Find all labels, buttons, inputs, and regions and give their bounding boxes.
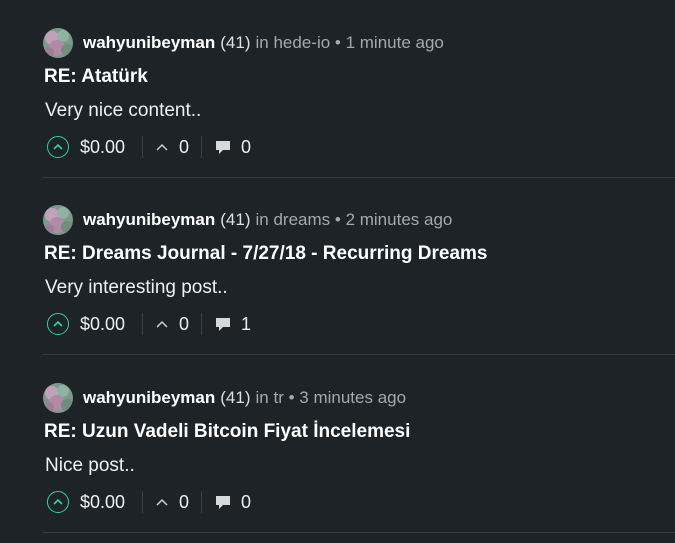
community-prefix: in xyxy=(255,210,269,229)
votes-button[interactable]: 0 xyxy=(155,492,193,513)
action-divider xyxy=(201,136,202,158)
upvote-circle-icon xyxy=(53,498,63,505)
post-title[interactable]: RE: Atatürk xyxy=(44,66,148,88)
upvote-circle-icon xyxy=(53,320,63,327)
payout-value[interactable]: $0.00 xyxy=(80,492,134,513)
upvote-circle-icon xyxy=(53,143,63,150)
comments-count: 1 xyxy=(241,313,252,334)
post-meta: in dreams • 2 minutes ago xyxy=(256,210,453,230)
comments-button[interactable]: 0 xyxy=(214,492,251,513)
comment-bubble-icon xyxy=(216,496,230,509)
comments-count: 0 xyxy=(241,491,252,512)
avatar[interactable] xyxy=(43,205,73,235)
avatar-image xyxy=(43,205,73,235)
post-time: • 3 minutes ago xyxy=(288,388,407,407)
post-body: Nice post.. xyxy=(45,455,135,476)
comments-count: 0 xyxy=(241,136,252,157)
votes-button[interactable]: 0 xyxy=(155,314,193,335)
community-prefix: in xyxy=(255,33,269,52)
community-prefix: in xyxy=(255,388,269,407)
post-header: wahyunibeyman (41) in hede-io • 1 minute… xyxy=(43,28,444,58)
action-divider xyxy=(142,136,143,158)
payout-value[interactable]: $0.00 xyxy=(80,314,134,335)
chevron-up-icon xyxy=(156,498,168,506)
post-time: • 1 minute ago xyxy=(334,33,444,52)
action-divider xyxy=(201,313,202,335)
feed-item: wahyunibeyman (41) in tr • 3 minutes ago… xyxy=(0,355,675,533)
post-separator xyxy=(43,532,675,533)
upvote-button[interactable] xyxy=(47,313,69,335)
chevron-up-icon xyxy=(156,320,168,328)
post-header: wahyunibeyman (41) in dreams • 2 minutes… xyxy=(43,205,452,235)
payout-value[interactable]: $0.00 xyxy=(80,137,134,158)
comment-bubble-icon xyxy=(216,318,230,331)
avatar-image xyxy=(43,383,73,413)
comments-button[interactable]: 1 xyxy=(214,314,251,335)
action-divider xyxy=(142,491,143,513)
upvote-button[interactable] xyxy=(47,136,69,158)
author-reputation: (41) xyxy=(220,388,251,407)
feed-item: wahyunibeyman (41) in dreams • 2 minutes… xyxy=(0,177,675,355)
feed-item: wahyunibeyman (41) in hede-io • 1 minute… xyxy=(0,0,675,178)
votes-count: 0 xyxy=(179,491,190,512)
avatar-image xyxy=(43,28,73,58)
community-link[interactable]: tr xyxy=(273,388,283,407)
post-meta: in hede-io • 1 minute ago xyxy=(256,33,444,53)
votes-count: 0 xyxy=(179,313,190,334)
post-meta: in tr • 3 minutes ago xyxy=(256,388,407,408)
author-link[interactable]: wahyunibeyman xyxy=(83,210,215,230)
action-divider xyxy=(142,313,143,335)
community-link[interactable]: dreams xyxy=(273,210,330,229)
chevron-up-icon xyxy=(156,143,168,151)
post-body: Very interesting post.. xyxy=(45,277,228,298)
post-actions: $0.00 0 0 xyxy=(47,488,251,516)
votes-count: 0 xyxy=(179,136,190,157)
author-reputation: (41) xyxy=(220,210,251,229)
post-title[interactable]: RE: Uzun Vadeli Bitcoin Fiyat İncelemesi xyxy=(44,421,410,443)
author-link[interactable]: wahyunibeyman xyxy=(83,33,215,53)
post-title[interactable]: RE: Dreams Journal - 7/27/18 - Recurring… xyxy=(44,243,488,265)
community-link[interactable]: hede-io xyxy=(273,33,330,52)
post-header: wahyunibeyman (41) in tr • 3 minutes ago xyxy=(43,383,406,413)
post-actions: $0.00 0 0 xyxy=(47,133,251,161)
post-body: Very nice content.. xyxy=(45,100,202,121)
comments-button[interactable]: 0 xyxy=(214,137,251,158)
comment-bubble-icon xyxy=(216,141,230,154)
avatar[interactable] xyxy=(43,28,73,58)
avatar[interactable] xyxy=(43,383,73,413)
action-divider xyxy=(201,491,202,513)
author-reputation: (41) xyxy=(220,33,251,52)
comment-feed: wahyunibeyman (41) in hede-io • 1 minute… xyxy=(0,0,675,543)
post-actions: $0.00 0 1 xyxy=(47,310,251,338)
author-link[interactable]: wahyunibeyman xyxy=(83,388,215,408)
votes-button[interactable]: 0 xyxy=(155,137,193,158)
upvote-button[interactable] xyxy=(47,491,69,513)
post-time: • 2 minutes ago xyxy=(334,210,453,229)
